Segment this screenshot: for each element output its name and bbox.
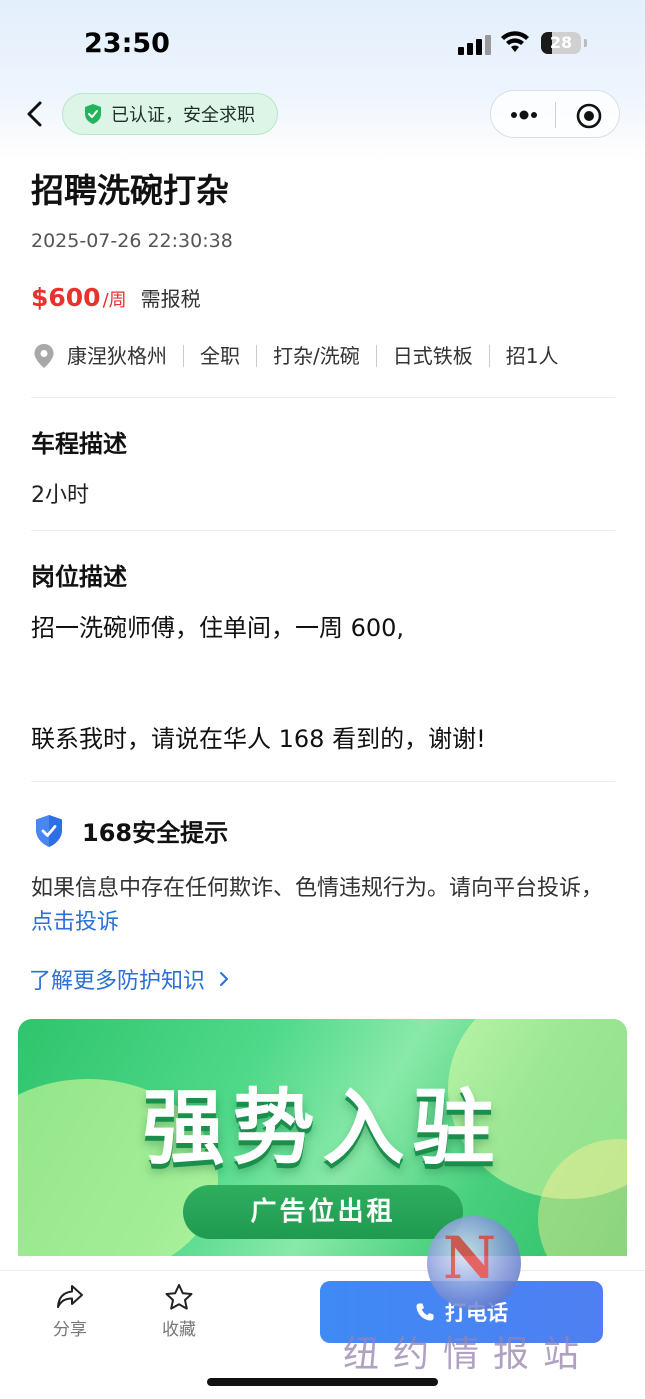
learn-more-label: 了解更多防护知识 — [29, 969, 206, 994]
share-label: 分享 — [53, 1320, 87, 1340]
phone-icon — [416, 1303, 434, 1321]
safety-text: 如果信息中存在任何欺诈、色情违规行为。请向平台投诉， 点击投诉 — [31, 872, 621, 940]
shield-icon — [36, 814, 62, 847]
battery-indicator: 28 — [541, 32, 581, 54]
divider — [31, 530, 615, 531]
favorite-button[interactable]: 收藏 — [162, 1283, 196, 1340]
report-link[interactable]: 点击投诉 — [31, 910, 119, 935]
battery-level: 28 — [549, 33, 573, 52]
tag-headcount: 招1人 — [488, 345, 575, 367]
watermark-text: 纽约情报站 — [343, 1334, 594, 1375]
shield-check-icon — [85, 104, 101, 124]
divider — [31, 781, 615, 782]
tax-note: 需报税 — [140, 287, 201, 311]
job-tags: 康涅狄格州 全职 打杂/洗碗 日式铁板 招1人 — [33, 343, 574, 369]
tag-location: 康涅狄格州 — [67, 344, 167, 368]
salary-unit: /周 — [102, 290, 127, 311]
more-dots-icon[interactable] — [509, 105, 539, 125]
mini-program-capsule — [490, 90, 620, 138]
description-heading: 岗位描述 — [31, 563, 127, 591]
commute-text: 2小时 — [31, 483, 89, 508]
share-button[interactable]: 分享 — [53, 1283, 87, 1340]
watermark-logo: N — [427, 1216, 521, 1310]
safety-heading: 168安全提示 — [82, 819, 229, 847]
cellular-signal-icon — [458, 33, 492, 55]
safety-header: 168安全提示 — [34, 813, 228, 848]
salary: $600 /周 需报税 — [31, 283, 201, 312]
chevron-right-icon — [220, 972, 229, 986]
tag-category: 打杂/洗碗 — [256, 345, 376, 367]
back-icon[interactable] — [20, 98, 52, 130]
description-line-2: 联系我时，请说在华人 168 看到的，谢谢! — [31, 725, 486, 753]
battery-tip — [584, 39, 587, 47]
favorite-label: 收藏 — [162, 1320, 196, 1340]
verified-label: 已认证，安全求职 — [111, 105, 255, 126]
location-pin-icon — [34, 344, 54, 368]
target-icon[interactable] — [575, 102, 603, 130]
share-icon — [57, 1285, 83, 1308]
divider — [31, 397, 615, 398]
learn-more-link[interactable]: 了解更多防护知识 — [29, 963, 229, 995]
banner-headline: 强势入驻 — [142, 1081, 503, 1176]
salary-amount: $600 — [31, 283, 101, 312]
post-datetime: 2025-07-26 22:30:38 — [31, 230, 233, 252]
verified-badge: 已认证，安全求职 — [62, 93, 278, 135]
tag-cuisine: 日式铁板 — [375, 345, 489, 367]
capsule-divider — [555, 102, 556, 128]
status-time: 23:50 — [84, 28, 170, 59]
description-line-1: 招一洗碗师傅，住单间，一周 600, — [31, 614, 405, 642]
job-title: 招聘洗碗打杂 — [31, 171, 229, 210]
home-indicator — [207, 1378, 438, 1386]
banner-subtitle: 广告位出租 — [183, 1185, 463, 1239]
ad-banner[interactable]: 强势入驻 广告位出租 — [18, 1019, 627, 1256]
safety-body: 如果信息中存在任何欺诈、色情违规行为。请向平台投诉， — [31, 876, 604, 901]
wifi-icon — [501, 31, 529, 52]
star-icon — [165, 1284, 193, 1310]
commute-heading: 车程描述 — [31, 430, 127, 458]
tag-type: 全职 — [183, 345, 256, 367]
